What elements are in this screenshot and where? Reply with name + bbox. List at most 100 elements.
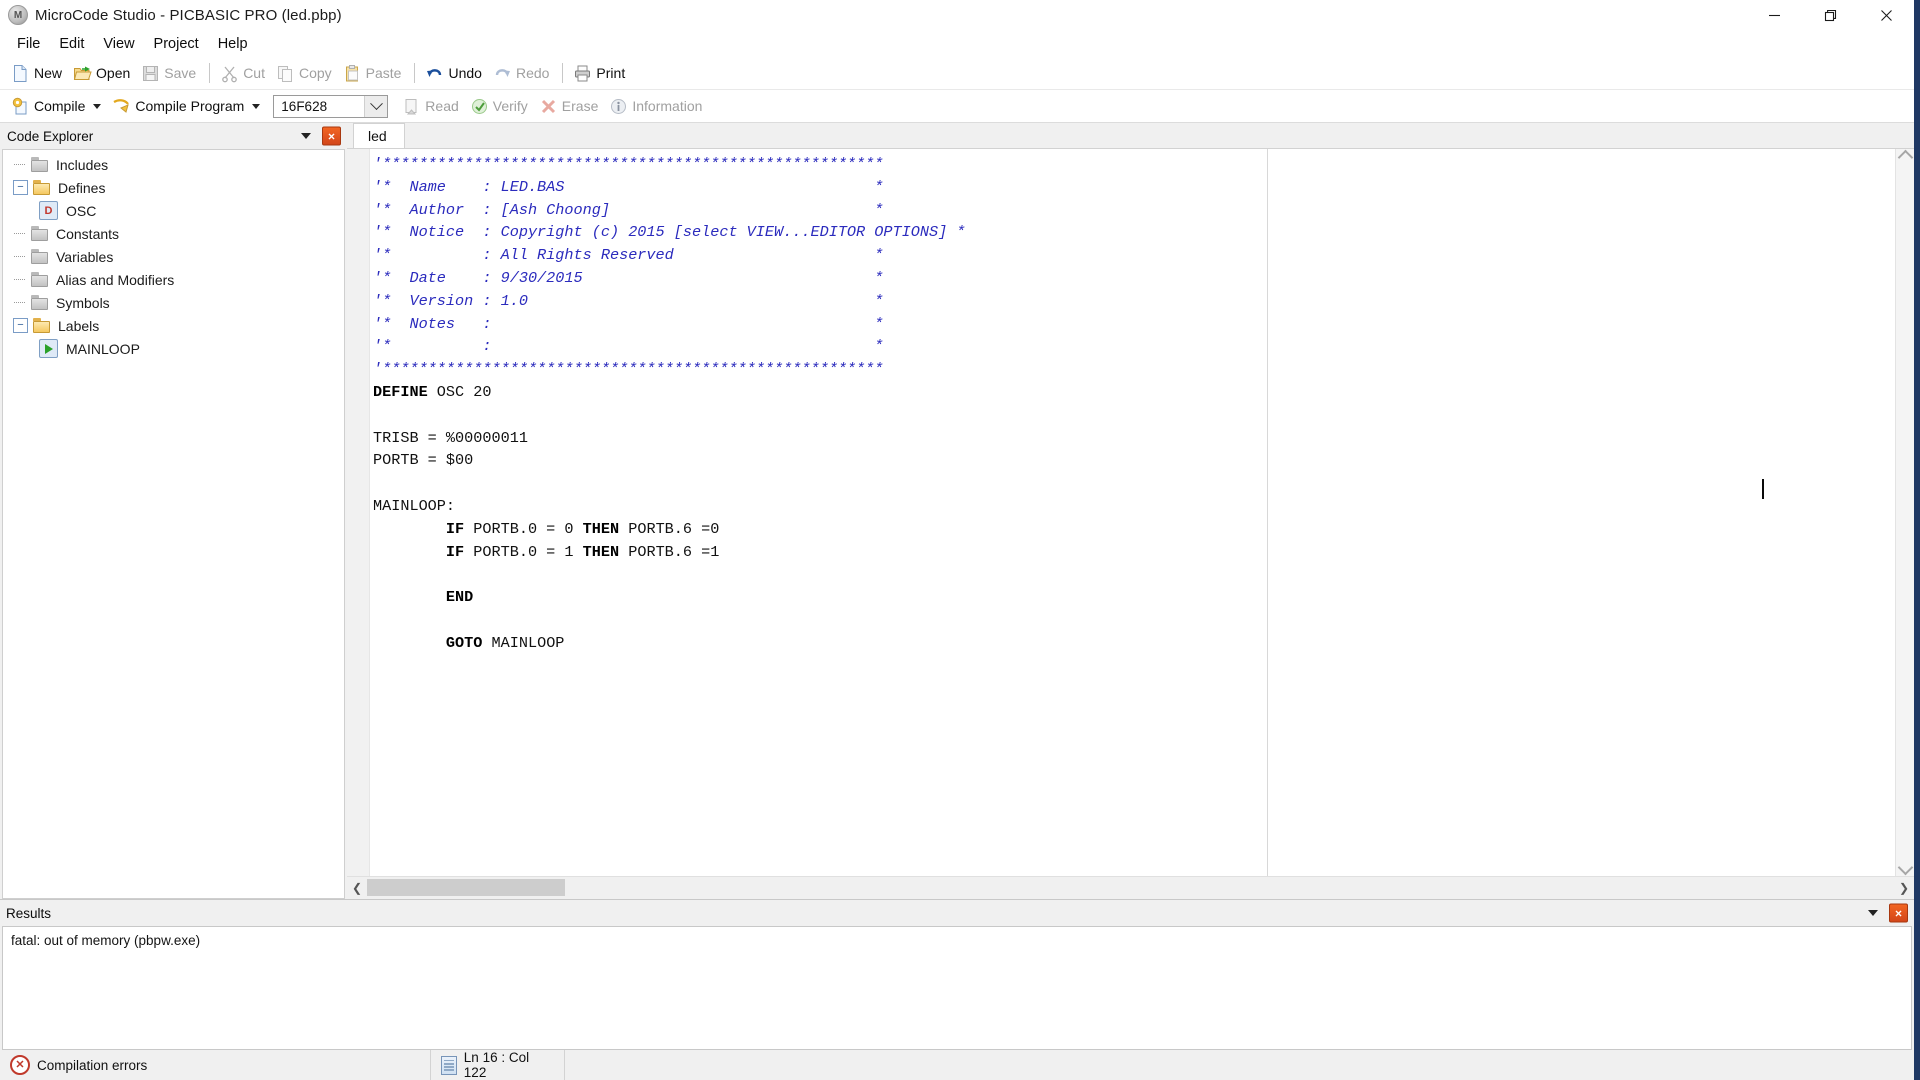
results-header: Results × [0, 900, 1914, 926]
minimize-button[interactable] [1746, 0, 1802, 30]
title-bar: M MicroCode Studio - PICBASIC PRO (led.p… [0, 0, 1914, 30]
open-folder-icon [73, 64, 92, 83]
menu-file[interactable]: File [8, 33, 49, 55]
editor-gutter[interactable] [347, 149, 370, 876]
scroll-down-icon[interactable] [1897, 859, 1913, 876]
status-position-cell: Ln 16 : Col 122 [430, 1050, 565, 1080]
code-keyword: IF [445, 519, 465, 538]
code-text: OSC 20 [427, 382, 492, 401]
main-body: Code Explorer × Includes − Defines D OSC… [0, 123, 1914, 899]
compile-program-icon [112, 97, 131, 116]
erase-button[interactable]: Erase [535, 94, 606, 119]
code-keyword: DEFINE [373, 382, 428, 401]
copy-button[interactable]: Copy [272, 61, 339, 86]
status-bar: ✕ Compilation errors Ln 16 : Col 122 [0, 1050, 1914, 1080]
results-title: Results [6, 905, 52, 921]
code-line: TRISB = %00000011 [370, 427, 1895, 450]
scroll-right-icon[interactable]: ❯ [1894, 877, 1914, 899]
new-file-icon [11, 64, 30, 83]
code-keyword: IF [445, 542, 465, 561]
menu-view[interactable]: View [94, 33, 143, 55]
code-text-area[interactable]: '***************************************… [370, 149, 1895, 876]
code-comment: '* : All Rights Reserved * [373, 246, 884, 265]
printer-icon [573, 64, 592, 83]
chevron-down-icon[interactable] [301, 133, 311, 139]
status-compile-cell: ✕ Compilation errors [0, 1050, 430, 1080]
clipboard-paste-icon [343, 64, 362, 83]
scissors-icon [220, 64, 239, 83]
device-select[interactable]: 16F628 [273, 94, 389, 118]
results-output[interactable]: fatal: out of memory (pbpw.exe) [2, 926, 1912, 1050]
code-line: '* Notes : * [370, 313, 1895, 336]
menu-project[interactable]: Project [145, 33, 208, 55]
code-keyword: END [445, 588, 474, 607]
close-button[interactable] [1858, 0, 1914, 30]
code-comment: '* Name : LED.BAS * [373, 177, 884, 196]
redo-arrow-icon [493, 64, 512, 83]
tree-node-defines[interactable]: − Defines [3, 176, 344, 199]
close-icon[interactable]: × [322, 126, 341, 146]
tree-node-label: Constants [56, 225, 120, 242]
menu-edit[interactable]: Edit [50, 33, 93, 55]
tree-node-mainloop[interactable]: MAINLOOP [3, 337, 344, 360]
code-text: TRISB = %00000011 [373, 428, 528, 447]
open-button[interactable]: Open [69, 61, 137, 86]
undo-button[interactable]: Undo [421, 61, 488, 86]
menu-help[interactable]: Help [209, 33, 257, 55]
tree-node-labels[interactable]: − Labels [3, 314, 344, 337]
tree-node-includes[interactable]: Includes [3, 153, 344, 176]
close-icon[interactable]: × [1889, 903, 1908, 923]
tree-node-alias-and-modifiers[interactable]: Alias and Modifiers [3, 268, 344, 291]
tree-node-osc[interactable]: D OSC [3, 199, 344, 222]
verify-check-icon [470, 97, 489, 116]
print-button[interactable]: Print [569, 61, 632, 86]
code-line: '* Version : 1.0 * [370, 290, 1895, 313]
tree-node-label: MAINLOOP [66, 340, 140, 357]
verify-button[interactable]: Verify [466, 94, 535, 119]
tree-stub [13, 273, 26, 286]
redo-button[interactable]: Redo [489, 61, 556, 86]
chevron-down-icon[interactable] [1868, 910, 1878, 916]
save-button[interactable]: Save [137, 61, 203, 86]
compile-program-button[interactable]: Compile Program [108, 94, 267, 119]
code-comment: '***************************************… [373, 360, 884, 379]
read-button[interactable]: Read [398, 94, 465, 119]
information-button[interactable]: Information [605, 94, 709, 119]
open-button-label: Open [96, 65, 131, 81]
chevron-down-icon[interactable] [364, 95, 388, 117]
code-explorer-tree[interactable]: Includes − Defines D OSC Constants Varia… [2, 149, 345, 899]
hscroll-thumb[interactable] [367, 879, 565, 896]
code-comment: '* : * [373, 337, 884, 356]
scroll-left-icon[interactable]: ❮ [347, 877, 367, 899]
toolbar-separator-1 [209, 63, 211, 83]
paste-button[interactable]: Paste [339, 61, 409, 86]
code-explorer-title: Code Explorer [7, 128, 94, 144]
document-tab-led[interactable]: led [353, 123, 405, 148]
code-comment: '* Notice : Copyright (c) 2015 [select V… [373, 223, 966, 242]
copy-icon [276, 64, 295, 83]
cut-button[interactable]: Cut [216, 61, 272, 86]
maximize-button[interactable] [1802, 0, 1858, 30]
editor-horizontal-scrollbar[interactable]: ❮ ❯ [347, 876, 1914, 899]
erase-x-icon [539, 97, 558, 116]
tree-node-variables[interactable]: Variables [3, 245, 344, 268]
hscroll-track[interactable] [367, 877, 1894, 899]
scroll-up-icon[interactable] [1897, 149, 1913, 166]
compile-button[interactable]: Compile [7, 94, 108, 119]
menu-bar: File Edit View Project Help [0, 30, 1914, 57]
print-button-label: Print [596, 65, 626, 81]
code-text: PORTB.6 =1 [619, 542, 720, 561]
collapse-expander-icon[interactable]: − [13, 318, 28, 333]
folder-icon-gray [31, 249, 49, 264]
information-icon [609, 97, 628, 116]
tree-node-symbols[interactable]: Symbols [3, 291, 344, 314]
document-tabstrip: led [347, 123, 1914, 148]
editor-vertical-scrollbar[interactable] [1895, 149, 1914, 876]
new-button[interactable]: New [7, 61, 69, 86]
tree-node-label: Includes [56, 156, 109, 173]
tree-node-constants[interactable]: Constants [3, 222, 344, 245]
collapse-expander-icon[interactable]: − [13, 180, 28, 195]
tree-node-label: OSC [66, 202, 97, 219]
